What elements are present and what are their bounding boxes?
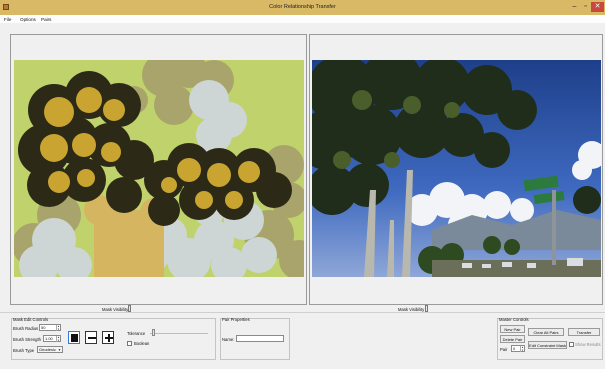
menu-pairs[interactable]: Pairs bbox=[41, 17, 51, 22]
fill-brush-button[interactable] bbox=[68, 331, 80, 344]
tolerance-slider[interactable] bbox=[152, 329, 155, 336]
master-controls-title: Master Controls bbox=[499, 317, 529, 322]
subtract-brush-button[interactable] bbox=[85, 331, 97, 344]
target-photo-canvas[interactable] bbox=[312, 60, 601, 277]
transfer-button[interactable]: Transfer bbox=[568, 328, 600, 336]
boolean-label: Boolean bbox=[134, 341, 150, 346]
right-mask-visibility-slider[interactable] bbox=[425, 305, 428, 312]
delete-pair-button[interactable]: Delete Pair bbox=[500, 335, 525, 343]
brush-radius-spinner[interactable]: 50 ▲ ▼ bbox=[39, 324, 61, 331]
brush-type-label: Brush Type bbox=[13, 348, 35, 353]
window-title: Color Relationship Transfer bbox=[269, 4, 336, 10]
tolerance-label: Tolerance bbox=[127, 331, 146, 336]
pair-name-input[interactable] bbox=[236, 335, 284, 342]
pair-label: Pair bbox=[500, 347, 508, 352]
mask-illustration bbox=[14, 60, 304, 277]
close-icon[interactable]: ✕ bbox=[591, 2, 604, 12]
new-pair-button[interactable]: New Pair bbox=[500, 325, 525, 333]
pair-spinner[interactable]: 0 ▲ ▼ bbox=[511, 345, 525, 352]
fill-square-icon bbox=[71, 334, 78, 342]
show-results-label: Show Results bbox=[575, 342, 601, 347]
minus-icon bbox=[87, 337, 96, 339]
minimize-icon[interactable]: – bbox=[569, 2, 580, 12]
tolerance-track bbox=[150, 333, 208, 334]
left-mask-visibility-slider[interactable] bbox=[128, 305, 131, 312]
clear-all-pairs-button[interactable]: Clear All Pairs bbox=[528, 328, 564, 336]
menu-options[interactable]: Options bbox=[20, 17, 36, 22]
pair-properties-title: Pair Properties bbox=[222, 317, 250, 322]
mask-edit-title: Mask Edit Controls bbox=[13, 317, 49, 322]
add-brush-button[interactable] bbox=[102, 331, 114, 344]
brush-strength-label: Brush Strength bbox=[13, 337, 41, 342]
boolean-checkbox[interactable] bbox=[127, 341, 132, 346]
brush-strength-spinner[interactable]: 1.00 ▲ ▼ bbox=[43, 335, 61, 342]
tree-photo bbox=[312, 60, 601, 277]
title-bar: Color Relationship Transfer – ▫ ✕ bbox=[0, 0, 605, 15]
edit-constraint-mask-button[interactable]: Edit Constraint Mask bbox=[528, 341, 567, 349]
brush-type-select[interactable]: Geodesic ▼ bbox=[37, 346, 63, 353]
pair-name-label: Name: bbox=[222, 337, 235, 342]
maximize-icon[interactable]: ▫ bbox=[580, 2, 591, 12]
menu-file[interactable]: File bbox=[4, 17, 11, 22]
source-mask-canvas[interactable] bbox=[14, 60, 304, 277]
show-results-checkbox[interactable] bbox=[569, 342, 574, 347]
brush-radius-label: Brush Radius bbox=[13, 326, 39, 331]
menu-bar: File Options Pairs bbox=[0, 15, 605, 23]
